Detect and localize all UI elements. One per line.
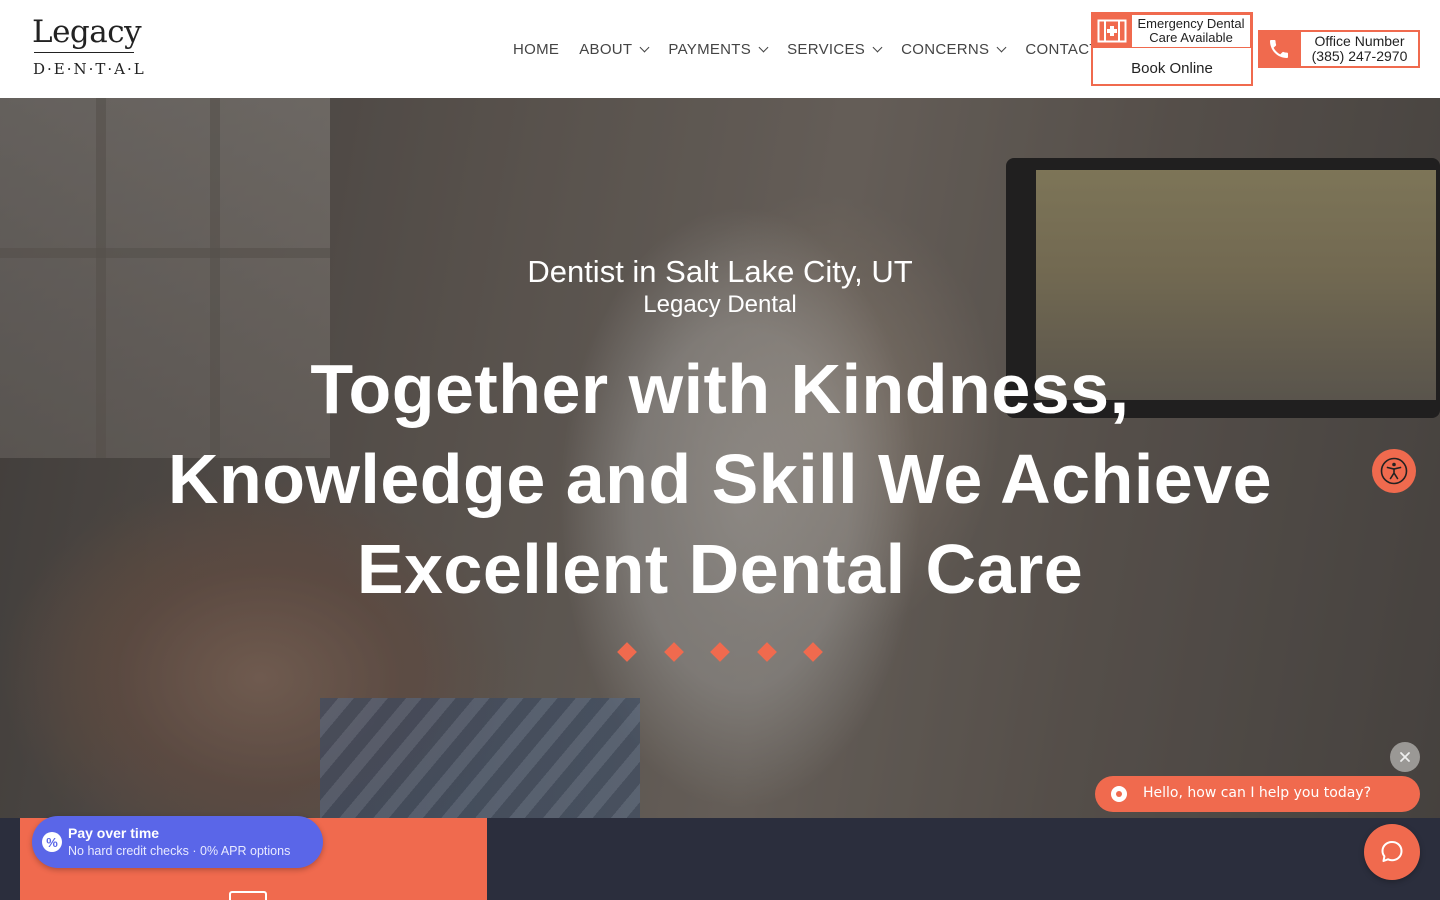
emergency-line1: Emergency Dental bbox=[1137, 16, 1245, 31]
office-phone: (385) 247-2970 bbox=[1311, 48, 1408, 64]
diamond-icon bbox=[756, 642, 777, 662]
nav-item-home[interactable]: HOME bbox=[503, 41, 569, 58]
chat-status-icon bbox=[1111, 786, 1127, 802]
hero-section: Dentist in Salt Lake City, UT Legacy Den… bbox=[0, 98, 1440, 818]
pay-widget-title: Pay over time bbox=[68, 825, 160, 841]
book-online-button[interactable]: Book Online bbox=[1093, 52, 1251, 84]
chat-greeting-bubble[interactable]: Hello, how can I help you today? bbox=[1095, 776, 1420, 812]
pay-over-time-widget[interactable]: % Pay over time No hard credit checks · … bbox=[32, 816, 323, 868]
nav-label: ABOUT bbox=[579, 40, 633, 58]
hero-title-line: Knowledge and Skill We Achieve bbox=[167, 440, 1273, 518]
nav-item-payments[interactable]: PAYMENTS bbox=[658, 41, 777, 58]
pay-widget-subtitle: No hard credit checks · 0% APR options bbox=[68, 844, 291, 858]
office-number-text: Office Number (385) 247-2970 bbox=[1301, 32, 1418, 66]
hero-title: Together with Kindness, Knowledge and Sk… bbox=[160, 344, 1280, 614]
chat-icon bbox=[1381, 841, 1403, 862]
logo[interactable]: Legacy D·E·N·T·A·L bbox=[32, 14, 144, 80]
close-icon bbox=[1400, 752, 1410, 762]
main-nav: HOME ABOUT PAYMENTS SERVICES CONCERNS CO… bbox=[503, 36, 1109, 62]
emergency-banner[interactable]: Emergency Dental Care Available bbox=[1093, 14, 1251, 48]
diamond-icon bbox=[710, 642, 730, 662]
site-header: Legacy D·E·N·T·A·L HOME ABOUT PAYMENTS S… bbox=[0, 0, 1440, 98]
office-number-button[interactable]: Office Number (385) 247-2970 bbox=[1258, 30, 1420, 68]
chevron-down-icon bbox=[758, 42, 769, 52]
nav-item-services[interactable]: SERVICES bbox=[777, 41, 891, 58]
nav-label: HOME bbox=[513, 40, 560, 58]
accessibility-button[interactable] bbox=[1372, 449, 1416, 493]
monitor-icon bbox=[229, 891, 267, 900]
chat-close-button[interactable] bbox=[1390, 742, 1420, 772]
percent-icon: % bbox=[42, 832, 62, 852]
diamond-icon bbox=[617, 642, 637, 662]
emergency-line2: Care Available bbox=[1149, 30, 1233, 45]
chevron-down-icon bbox=[872, 42, 883, 52]
emergency-text: Emergency Dental Care Available bbox=[1131, 14, 1251, 48]
logo-divider bbox=[34, 52, 134, 53]
chat-launcher-button[interactable] bbox=[1364, 824, 1420, 880]
nav-item-concerns[interactable]: CONCERNS bbox=[891, 41, 1015, 58]
hero-subtitle: Dentist in Salt Lake City, UT bbox=[527, 254, 913, 289]
diamond-icon bbox=[663, 642, 684, 662]
logo-subtitle: D·E·N·T·A·L bbox=[33, 60, 146, 78]
nav-label: CONCERNS bbox=[901, 40, 990, 58]
chevron-down-icon bbox=[639, 42, 650, 52]
nav-item-about[interactable]: ABOUT bbox=[569, 41, 658, 58]
diamond-divider bbox=[617, 642, 823, 662]
nav-label: PAYMENTS bbox=[668, 40, 752, 58]
accessibility-icon bbox=[1380, 457, 1408, 485]
hero-practice-name: Legacy Dental bbox=[643, 291, 797, 318]
diamond-icon bbox=[803, 642, 823, 662]
hero-title-line: Excellent Dental Care bbox=[356, 530, 1084, 608]
nav-label: CONTACT bbox=[1025, 40, 1099, 58]
office-label: Office Number bbox=[1314, 33, 1405, 49]
hero-title-line: Together with Kindness, bbox=[310, 350, 1130, 428]
chat-greeting-text: Hello, how can I help you today? bbox=[1143, 785, 1372, 801]
logo-wordmark: Legacy bbox=[32, 14, 142, 50]
medical-cross-icon bbox=[1093, 14, 1131, 48]
emergency-care-box: Emergency Dental Care Available Book Onl… bbox=[1091, 12, 1253, 86]
nav-label: SERVICES bbox=[787, 40, 866, 58]
chevron-down-icon bbox=[996, 42, 1007, 52]
phone-icon bbox=[1258, 30, 1300, 68]
